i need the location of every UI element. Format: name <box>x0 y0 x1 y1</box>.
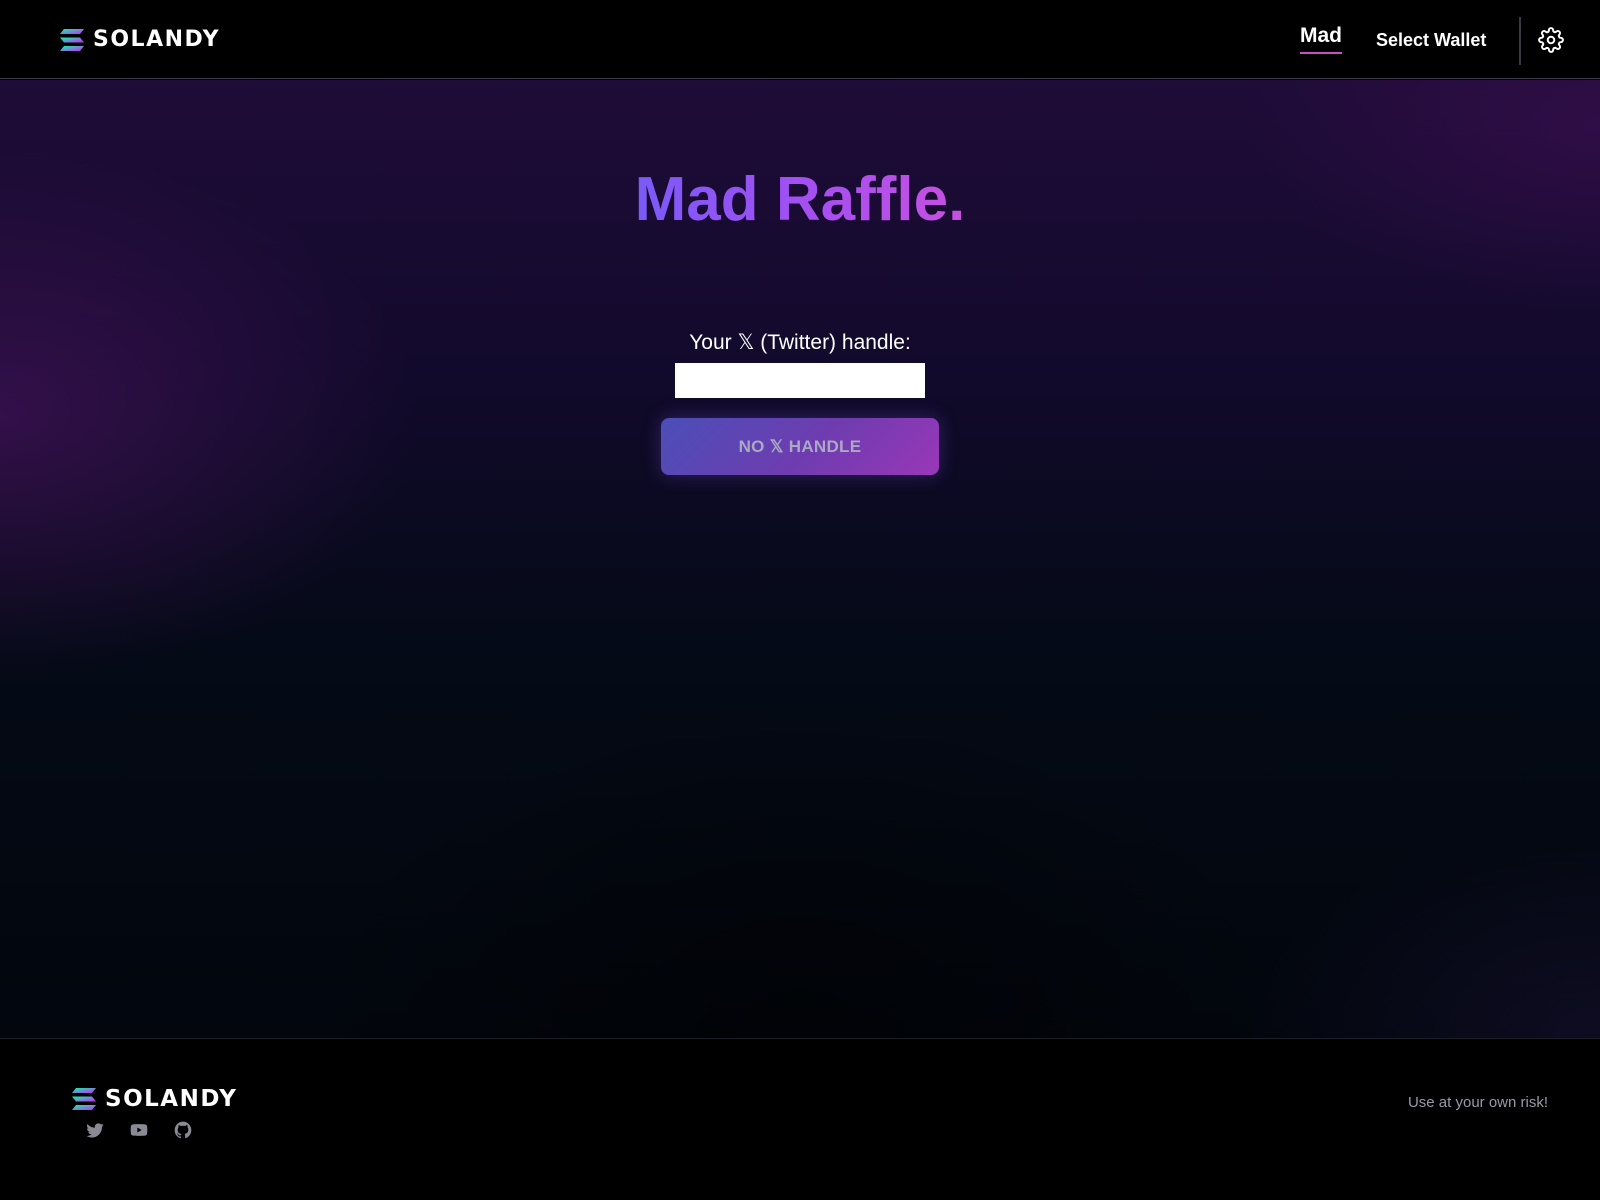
disclaimer-text: Use at your own risk! <box>1407 1094 1548 1111</box>
page-footer <box>0 1038 1600 1200</box>
solandy-logo-icon <box>72 1088 96 1110</box>
twitter-icon[interactable] <box>85 1120 105 1140</box>
header-logo[interactable]: SOLANDY <box>60 27 220 52</box>
solandy-logo-icon <box>60 28 84 51</box>
twitter-handle-input[interactable] <box>675 363 925 398</box>
footer-logo[interactable]: SOLANDY <box>72 1086 237 1112</box>
github-icon[interactable] <box>173 1120 193 1140</box>
nav-link-mad[interactable]: Mad <box>1300 24 1342 54</box>
no-handle-button[interactable]: NO 𝕏 HANDLE <box>661 418 939 475</box>
select-wallet-button[interactable]: Select Wallet <box>1376 26 1486 55</box>
youtube-icon[interactable] <box>129 1120 149 1140</box>
header-brand-text: SOLANDY <box>93 27 221 52</box>
twitter-handle-label: Your 𝕏 (Twitter) handle: <box>689 331 911 354</box>
main-content: Mad Raffle. Your 𝕏 (Twitter) handle: NO … <box>0 80 1600 1038</box>
footer-brand-text: SOLANDY <box>105 1086 238 1112</box>
gear-icon[interactable] <box>1538 27 1564 53</box>
header-divider <box>1519 17 1521 65</box>
page-title: Mad Raffle. <box>0 165 1600 234</box>
page-title-text: Mad Raffle. <box>634 165 966 234</box>
social-links <box>85 1120 193 1140</box>
top-header: SOLANDY Mad Select Wallet <box>0 0 1600 79</box>
